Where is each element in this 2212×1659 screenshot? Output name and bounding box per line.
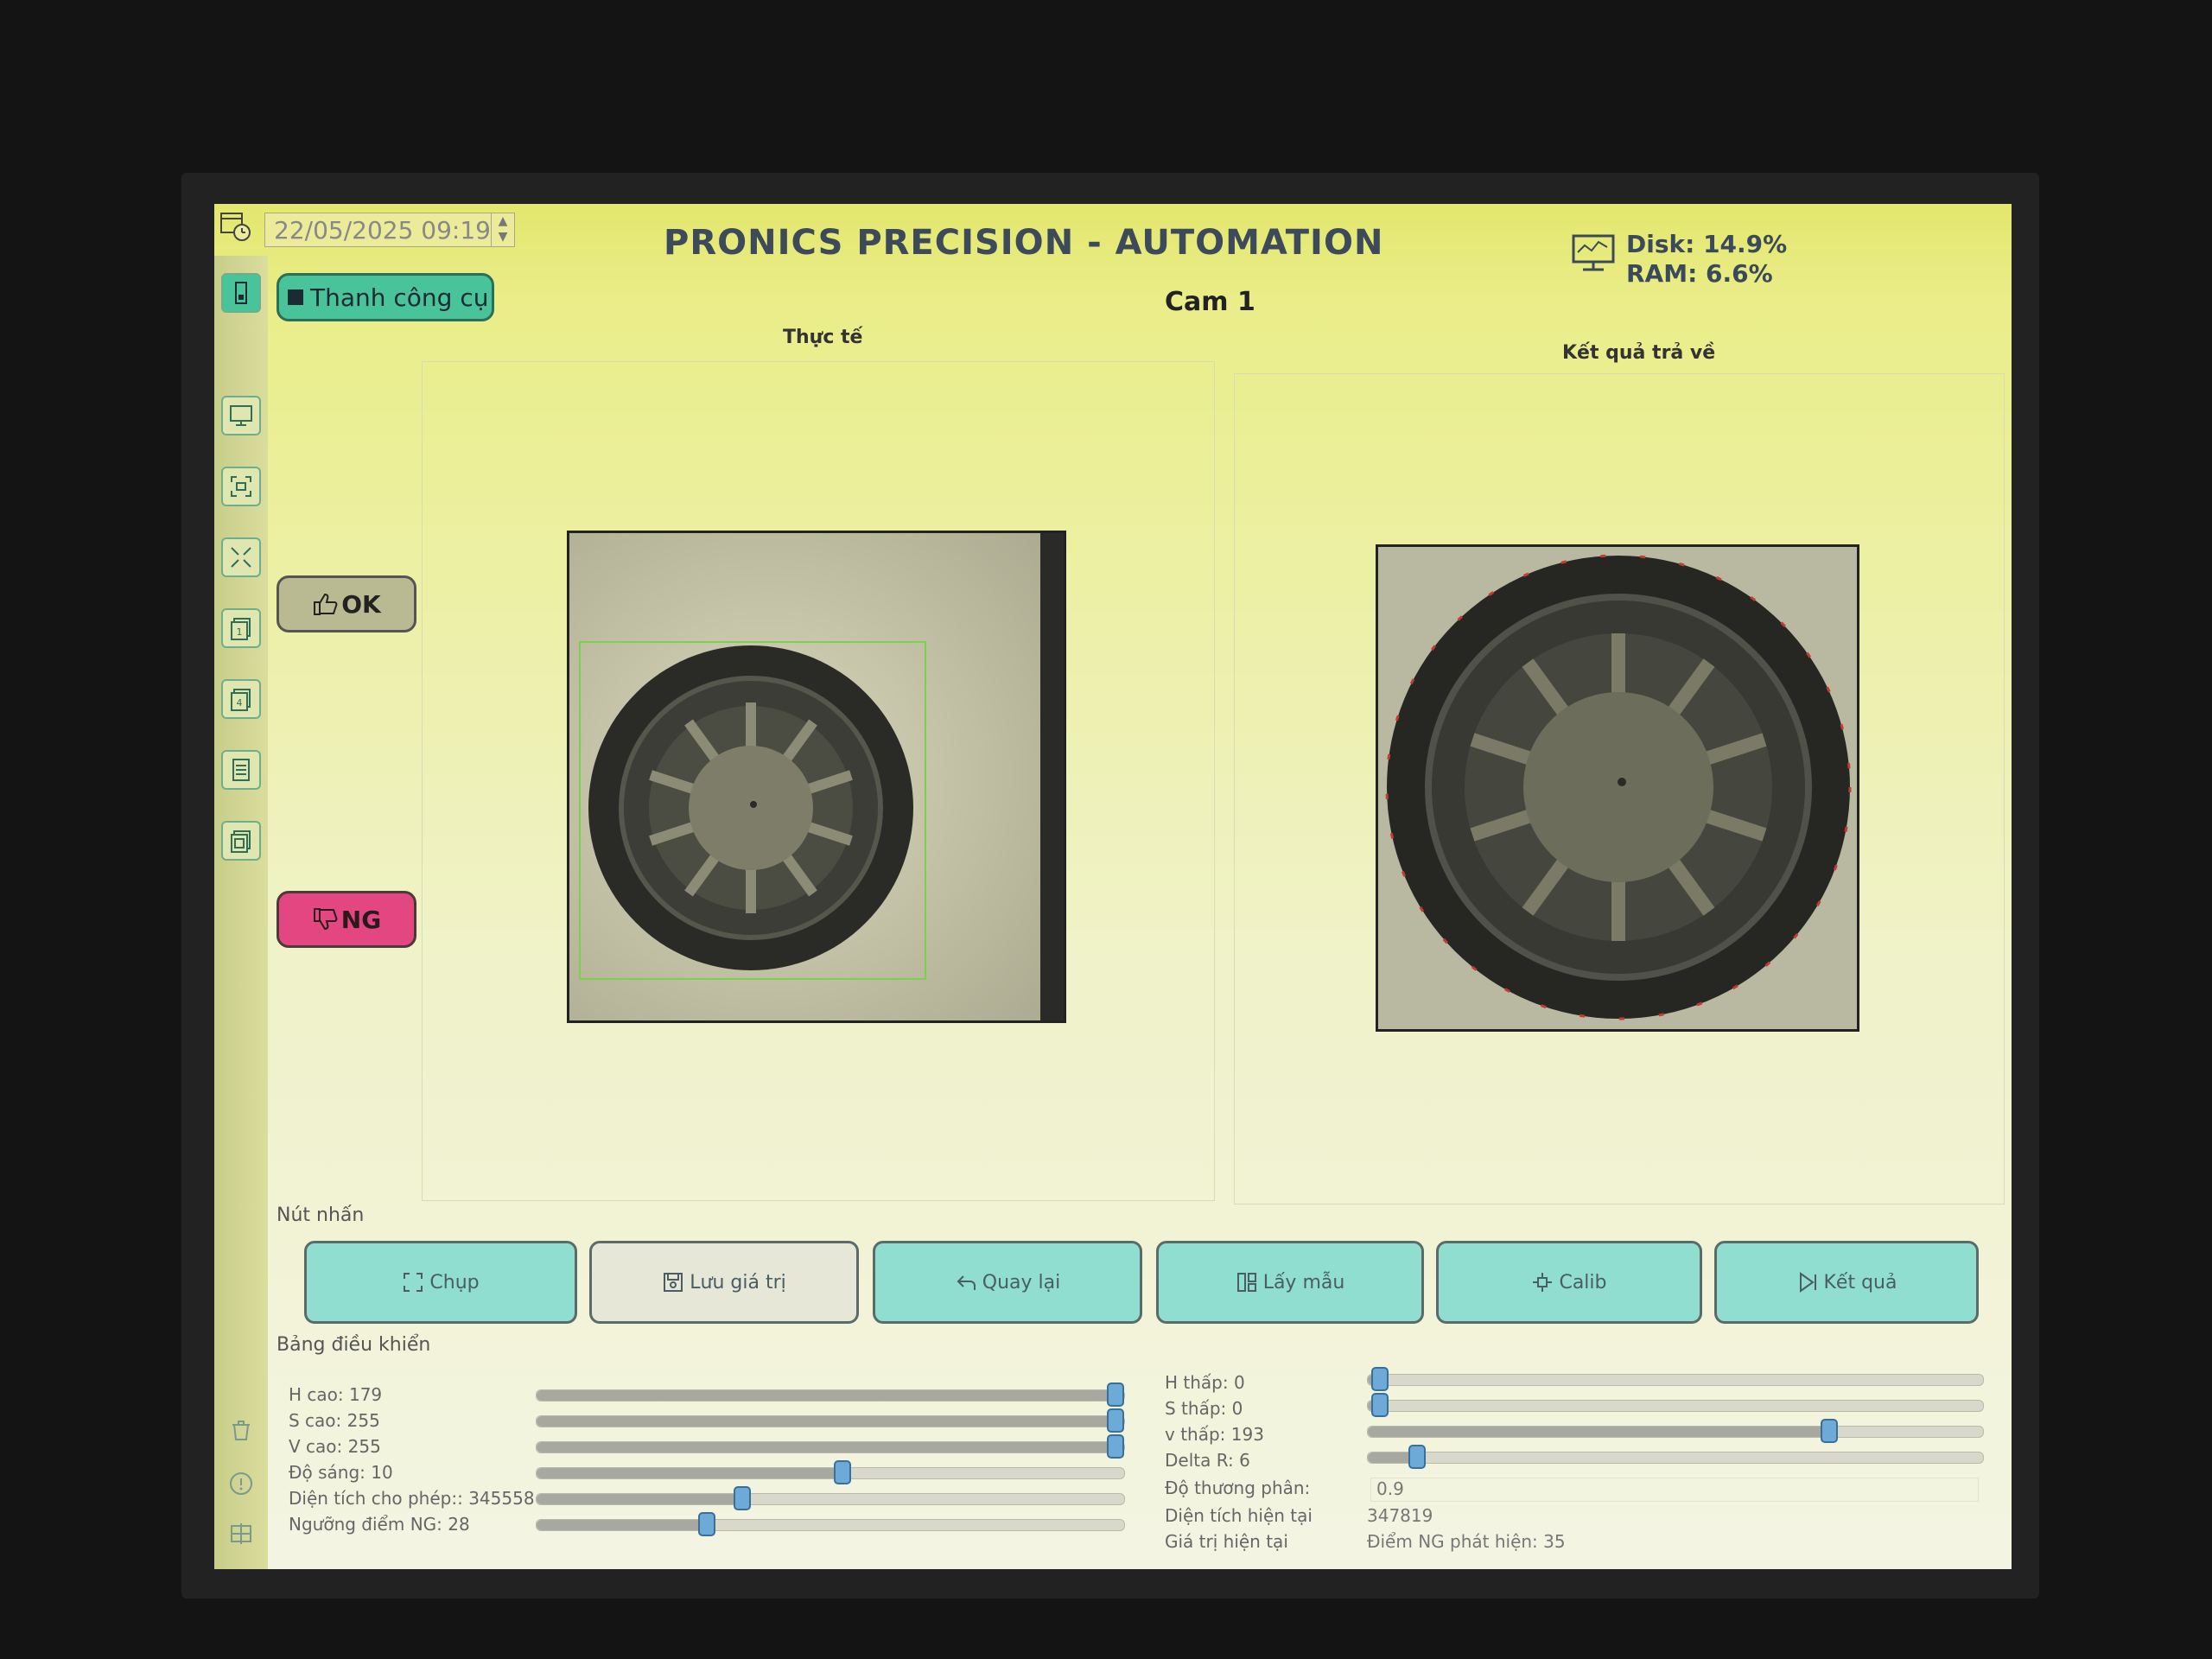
gallery-nav-icon[interactable]: [221, 821, 261, 861]
datetime-field[interactable]: 22/05/2025 09:19 ▲ ▼: [264, 213, 515, 247]
back-button[interactable]: Quay lại: [873, 1241, 1142, 1324]
toolbar-label: Thanh công cụ: [310, 283, 489, 312]
v-low-label: v thấp: 193: [1165, 1424, 1264, 1445]
result-label: Kết quả: [1823, 1271, 1897, 1294]
slider-handle[interactable]: [1821, 1419, 1838, 1443]
toolbar-icon: [288, 289, 303, 305]
list-nav-icon[interactable]: [221, 750, 261, 790]
ng-points-detected: Điểm NG phát hiện: 35: [1367, 1531, 1566, 1552]
result-panel-label: Kết quả trả về: [1562, 342, 1716, 364]
ok-button[interactable]: OK: [276, 575, 416, 632]
actual-camera-image: [567, 531, 1066, 1023]
trash-icon[interactable]: [221, 1410, 261, 1450]
system-monitor-icon: [1572, 234, 1615, 271]
page-4-nav-icon[interactable]: 4: [221, 679, 261, 719]
ng-label: NG: [340, 905, 382, 934]
info-icon[interactable]: [221, 1464, 261, 1503]
slider-handle[interactable]: [1371, 1367, 1389, 1391]
save-value-label: Lưu giá trị: [690, 1271, 786, 1294]
ok-label: OK: [341, 589, 381, 619]
back-label: Quay lại: [982, 1271, 1061, 1294]
h-high-slider[interactable]: [536, 1382, 1125, 1407]
sample-button[interactable]: Lấy mẫu: [1156, 1241, 1424, 1324]
contrast-label: Độ thương phân:: [1165, 1478, 1311, 1498]
slider-handle[interactable]: [833, 1460, 851, 1484]
result-button[interactable]: Kết quả: [1714, 1241, 1979, 1324]
svg-text:4: 4: [237, 697, 243, 709]
slider-handle[interactable]: [1107, 1434, 1124, 1459]
back-icon: [957, 1275, 976, 1290]
calendar-clock-icon: [220, 213, 251, 241]
slider-handle[interactable]: [1107, 1408, 1124, 1433]
disk-usage: Disk: 14.9%: [1626, 230, 1788, 258]
slider-handle[interactable]: [1371, 1393, 1389, 1417]
save-icon: [664, 1273, 683, 1292]
camera-title: Cam 1: [1165, 287, 1255, 317]
compress-nav-icon[interactable]: [221, 537, 261, 577]
svg-text:1: 1: [237, 626, 243, 638]
contrast-value[interactable]: 0.9: [1370, 1478, 1979, 1502]
hmi-screen: 22/05/2025 09:19 ▲ ▼ PRONICS PRECISION - …: [214, 204, 2012, 1569]
delta-r-slider[interactable]: [1367, 1445, 1984, 1469]
app-title: PRONICS PRECISION - AUTOMATION: [664, 223, 1384, 263]
calib-label: Calib: [1559, 1271, 1607, 1294]
h-low-label: H thấp: 0: [1165, 1372, 1245, 1393]
capture-button[interactable]: Chụp: [304, 1241, 577, 1324]
calib-button[interactable]: Calib: [1436, 1241, 1702, 1324]
v-high-slider[interactable]: [536, 1434, 1125, 1459]
monitor-nav-icon[interactable]: [221, 396, 261, 435]
sidebar-toggle-icon[interactable]: [221, 273, 261, 313]
ram-usage: RAM: 6.6%: [1626, 259, 1773, 288]
h-high-label: H cao: 179: [289, 1384, 383, 1405]
buttons-section-label: Nút nhấn: [276, 1205, 365, 1226]
capture-icon: [404, 1273, 423, 1292]
slider-handle[interactable]: [734, 1486, 751, 1510]
calib-icon: [1533, 1273, 1553, 1292]
slider-handle[interactable]: [1107, 1382, 1124, 1407]
h-low-slider[interactable]: [1367, 1367, 1984, 1391]
sidebar: [214, 256, 268, 1569]
delta-r-label: Delta R: 6: [1165, 1450, 1250, 1471]
datetime-value: 22/05/2025 09:19: [274, 215, 491, 245]
datetime-spinner[interactable]: ▲ ▼: [491, 213, 514, 246]
result-camera-image: [1376, 544, 1859, 1032]
s-high-slider[interactable]: [536, 1408, 1125, 1433]
current-value-label: Giá trị hiện tại: [1165, 1531, 1288, 1552]
system-stats: Disk: 14.9% RAM: 6.6%: [1626, 230, 1787, 289]
sample-label: Lấy mẫu: [1262, 1271, 1345, 1294]
capture-label: Chụp: [429, 1271, 480, 1294]
v-low-slider[interactable]: [1367, 1419, 1984, 1443]
current-area-value: 347819: [1367, 1505, 1433, 1526]
settings-icon[interactable]: [221, 1514, 261, 1554]
ng-threshold-slider[interactable]: [536, 1512, 1125, 1536]
thumbs-up-icon: [314, 593, 338, 615]
s-low-slider[interactable]: [1367, 1393, 1984, 1417]
allowed-area-label: Diện tích cho phép:: 345558: [289, 1488, 535, 1509]
s-high-label: S cao: 255: [289, 1410, 380, 1431]
ng-threshold-label: Ngưỡng điểm NG: 28: [289, 1514, 470, 1535]
brightness-label: Độ sáng: 10: [289, 1462, 393, 1483]
save-value-button[interactable]: Lưu giá trị: [589, 1241, 859, 1324]
ng-button[interactable]: NG: [276, 891, 416, 948]
actual-panel-label: Thực tế: [783, 327, 863, 348]
toolbar-button[interactable]: Thanh công cụ: [276, 273, 494, 321]
allowed-area-slider[interactable]: [536, 1486, 1125, 1510]
thumbs-down-icon: [313, 908, 338, 931]
v-high-label: V cao: 255: [289, 1436, 381, 1457]
current-area-label: Diện tích hiện tại: [1165, 1505, 1313, 1526]
slider-handle[interactable]: [1408, 1445, 1426, 1469]
sample-icon: [1236, 1273, 1256, 1292]
page-1-nav-icon[interactable]: 1: [221, 608, 261, 648]
control-panel-label: Bảng điều khiển: [276, 1334, 431, 1356]
capture-frame-nav-icon[interactable]: [221, 467, 261, 506]
result-icon: [1799, 1272, 1816, 1293]
s-low-label: S thấp: 0: [1165, 1398, 1243, 1419]
brightness-slider[interactable]: [536, 1460, 1125, 1484]
slider-handle[interactable]: [698, 1512, 716, 1536]
